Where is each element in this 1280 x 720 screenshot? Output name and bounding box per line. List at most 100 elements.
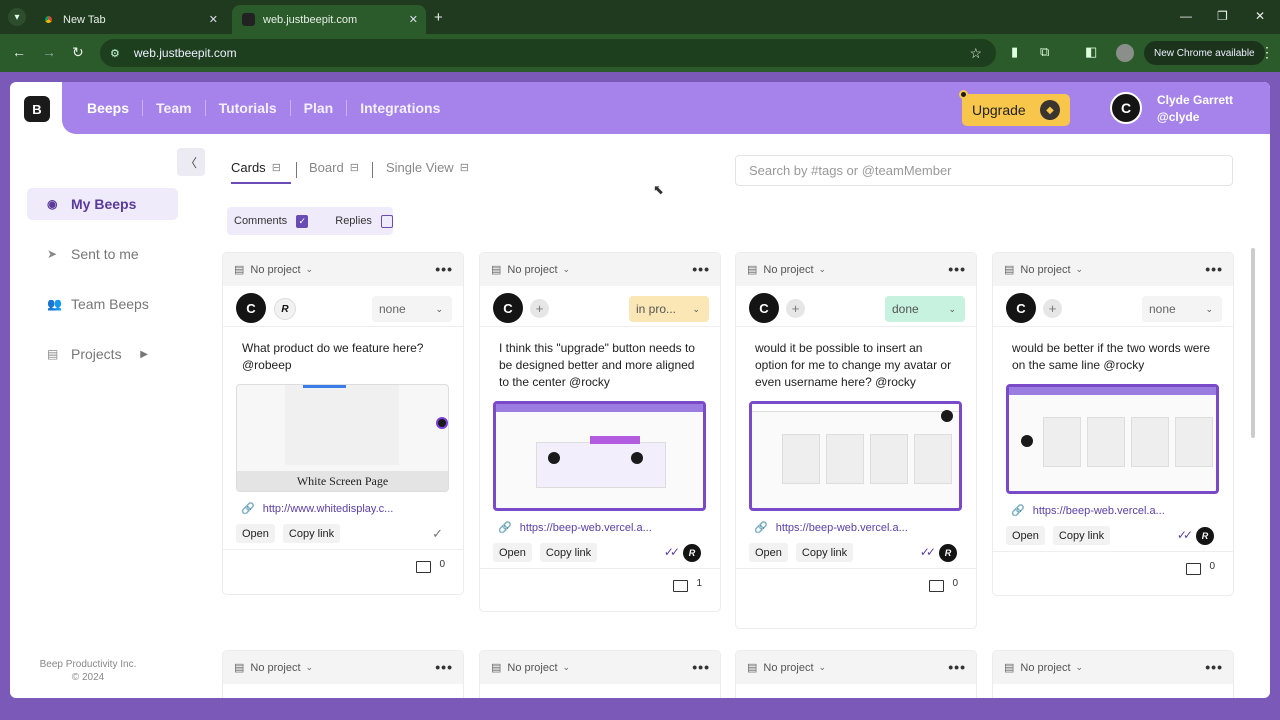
copy-link-button[interactable]: Copy link — [1052, 526, 1111, 545]
beep-screenshot[interactable]: White Screen Page — [236, 384, 449, 492]
user-handle: @clyde — [1157, 110, 1200, 124]
status-dropdown[interactable]: none ⌄ — [1142, 296, 1222, 322]
tab-single-view[interactable]: Single View ⊟ — [386, 160, 469, 175]
project-selector[interactable]: No project — [507, 662, 557, 674]
replies-checkbox[interactable] — [380, 214, 393, 228]
more-options-icon[interactable]: ••• — [948, 261, 966, 277]
open-button[interactable]: Open — [749, 543, 788, 562]
more-options-icon[interactable]: ••• — [435, 659, 453, 675]
browser-tab-new-tab[interactable]: New Tab ✕ — [32, 5, 226, 34]
more-options-icon[interactable]: ••• — [1205, 659, 1223, 675]
side-panel-icon[interactable]: ◧ — [1085, 44, 1097, 60]
chrome-profile-avatar[interactable] — [1116, 44, 1134, 62]
beep-card[interactable]: ▤ No project ⌄ ••• — [735, 650, 977, 698]
nav-beeps[interactable]: Beeps — [74, 100, 144, 116]
scrollbar[interactable] — [1251, 248, 1255, 438]
nav-integrations[interactable]: Integrations — [347, 100, 453, 116]
status-dropdown[interactable]: in pro... ⌄ — [629, 296, 709, 322]
project-selector[interactable]: No project — [1020, 264, 1070, 276]
add-assignee-icon[interactable]: + — [786, 299, 805, 318]
project-selector[interactable]: No project — [507, 264, 557, 276]
beep-card[interactable]: ▤ No project ⌄ ••• C + none ⌄ would be b… — [992, 252, 1234, 596]
search-input[interactable]: Search by #tags or @teamMember — [735, 155, 1233, 186]
extensions-puzzle-icon[interactable]: ⧉ — [1040, 44, 1049, 60]
assignee-avatar[interactable]: R — [274, 298, 296, 320]
close-tab-icon[interactable]: ✕ — [209, 13, 218, 26]
sidebar-item-sent-to-me[interactable]: ➤ Sent to me — [27, 238, 178, 270]
chrome-menu-icon[interactable]: ⋮ — [1260, 44, 1274, 61]
beep-screenshot[interactable] — [749, 401, 962, 511]
beep-link-row: 🔗 https://beep-web.vercel.a... — [480, 511, 720, 535]
chrome-update-button[interactable]: New Chrome available — [1144, 41, 1265, 65]
minimize-icon[interactable]: — — [1180, 9, 1192, 23]
more-options-icon[interactable]: ••• — [692, 659, 710, 675]
beep-card[interactable]: ▤ No project ⌄ ••• C + done ⌄ would it b… — [735, 252, 977, 629]
beep-logo-icon[interactable]: B — [24, 96, 50, 122]
beep-card[interactable]: ▤ No project ⌄ ••• — [992, 650, 1234, 698]
tab-title: New Tab — [63, 13, 106, 26]
status-dropdown[interactable]: none ⌄ — [372, 296, 452, 322]
card-comments[interactable]: 1 — [480, 568, 720, 604]
beep-card[interactable]: ▤ No project ⌄ ••• — [479, 650, 721, 698]
browser-tab-active[interactable]: web.justbeepit.com ✕ — [232, 5, 426, 34]
copy-link-button[interactable]: Copy link — [539, 543, 598, 562]
open-button[interactable]: Open — [1006, 526, 1045, 545]
project-icon: ▤ — [234, 264, 245, 276]
forward-icon[interactable]: → — [42, 44, 56, 60]
browser-toolbar: ← → ↻ ⚙ web.justbeepit.com ☆ ▮ ⧉ ◧ — [0, 34, 1280, 72]
link-icon: 🔗 — [498, 522, 512, 534]
card-actions: Open Copy link ✓✓ R — [736, 534, 976, 568]
bookmark-star-icon[interactable]: ☆ — [969, 45, 982, 62]
beep-card[interactable]: ▤ No project ⌄ ••• C R none ⌄ What produ… — [222, 252, 464, 595]
site-info-icon[interactable]: ⚙ — [110, 47, 120, 60]
close-window-icon[interactable]: ✕ — [1255, 9, 1265, 23]
add-assignee-icon[interactable]: + — [530, 299, 549, 318]
collapse-sidebar-button[interactable]: 〈 — [177, 148, 205, 176]
sidebar-item-team-beeps[interactable]: 👥 Team Beeps — [27, 288, 178, 320]
beep-link[interactable]: https://beep-web.vercel.a... — [1033, 505, 1165, 517]
project-selector[interactable]: No project — [763, 662, 813, 674]
status-dropdown[interactable]: done ⌄ — [885, 296, 965, 322]
reload-icon[interactable]: ↻ — [72, 44, 84, 61]
back-icon[interactable]: ← — [12, 44, 26, 60]
beep-card[interactable]: ▤ No project ⌄ ••• — [222, 650, 464, 698]
beep-screenshot[interactable] — [1006, 384, 1219, 494]
project-selector[interactable]: No project — [250, 264, 300, 276]
more-options-icon[interactable]: ••• — [435, 261, 453, 277]
tab-board[interactable]: Board ⊟ — [309, 160, 359, 175]
card-comments[interactable]: 0 — [736, 568, 976, 604]
more-options-icon[interactable]: ••• — [692, 261, 710, 277]
address-bar[interactable]: ⚙ web.justbeepit.com ☆ — [100, 39, 996, 67]
close-tab-icon[interactable]: ✕ — [409, 13, 418, 26]
sidebar-item-projects[interactable]: ▤ Projects ▶ — [27, 338, 178, 370]
project-selector[interactable]: No project — [1020, 662, 1070, 674]
copy-link-button[interactable]: Copy link — [795, 543, 854, 562]
beep-link[interactable]: http://www.whitedisplay.c... — [263, 503, 394, 515]
nav-plan[interactable]: Plan — [291, 100, 348, 116]
nav-team[interactable]: Team — [143, 100, 206, 116]
user-avatar[interactable]: C — [1110, 92, 1142, 124]
nav-tutorials[interactable]: Tutorials — [206, 100, 291, 116]
new-tab-icon[interactable]: + — [434, 9, 443, 26]
more-options-icon[interactable]: ••• — [1205, 261, 1223, 277]
extension-beep-icon[interactable]: ▮ — [1011, 44, 1018, 60]
sidebar-item-my-beeps[interactable]: ◉ My Beeps — [27, 188, 178, 220]
open-button[interactable]: Open — [493, 543, 532, 562]
add-assignee-icon[interactable]: + — [1043, 299, 1062, 318]
beep-card[interactable]: ▤ No project ⌄ ••• C + in pro... ⌄ I thi… — [479, 252, 721, 612]
project-selector[interactable]: No project — [250, 662, 300, 674]
project-selector[interactable]: No project — [763, 264, 813, 276]
more-options-icon[interactable]: ••• — [948, 659, 966, 675]
open-button[interactable]: Open — [236, 524, 275, 543]
card-comments[interactable]: 0 — [223, 549, 463, 585]
card-comments[interactable]: 0 — [993, 551, 1233, 587]
tab-cards[interactable]: Cards ⊟ — [231, 160, 281, 175]
upgrade-button[interactable]: Upgrade ◆ — [959, 90, 1070, 126]
beep-link[interactable]: https://beep-web.vercel.a... — [776, 522, 908, 534]
comments-checkbox[interactable]: ✓ — [296, 214, 309, 228]
copy-link-button[interactable]: Copy link — [282, 524, 341, 543]
maximize-icon[interactable]: ❐ — [1217, 9, 1228, 23]
beep-link[interactable]: https://beep-web.vercel.a... — [520, 522, 652, 534]
tab-search-icon[interactable]: ▾ — [8, 8, 26, 26]
beep-screenshot[interactable] — [493, 401, 706, 511]
